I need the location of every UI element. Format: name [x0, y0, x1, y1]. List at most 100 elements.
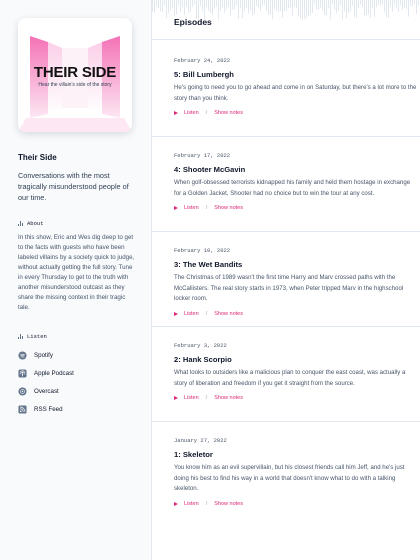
rss-icon [18, 404, 27, 414]
listen-link[interactable]: Listen [184, 311, 199, 317]
listen-link-label: Overcast [34, 387, 59, 395]
listen-heading: Listen [18, 333, 133, 340]
listen-link-spotify[interactable]: Spotify [18, 346, 133, 364]
waveform-bar [354, 0, 355, 17]
podcast-cover-art[interactable]: THEIR SIDE Hear the villain's side of th… [18, 18, 132, 132]
waveform-bar [400, 0, 401, 6]
waveform-bar [284, 0, 285, 12]
episode-title[interactable]: 4: Shooter McGavin [174, 165, 418, 174]
listen-link-rss[interactable]: RSS Feed [18, 400, 133, 418]
waveform-bar [274, 0, 275, 10]
waveform-bar [162, 0, 163, 13]
waveform-bar [166, 0, 167, 19]
waveform-bar [250, 0, 251, 11]
play-icon[interactable] [174, 501, 178, 506]
apple-podcast-icon [18, 368, 27, 378]
show-notes-link[interactable]: Show notes [214, 205, 243, 211]
waveform-bar [240, 0, 241, 8]
play-icon[interactable] [174, 311, 178, 316]
about-text: In this show, Eric and Wes dig deep to g… [18, 234, 135, 311]
episodes-panel: Episodes February 24, 2022 5: Bill Lumbe… [152, 0, 420, 560]
waveform-bar [414, 0, 415, 5]
waveform-bar [298, 0, 299, 17]
listen-link-apple-podcast[interactable]: Apple Podcast [18, 364, 133, 382]
waveform-bar [406, 0, 407, 9]
show-notes-link[interactable]: Show notes [214, 110, 243, 116]
waveform-bar [176, 0, 177, 15]
play-icon[interactable] [174, 206, 178, 210]
divider [152, 136, 420, 137]
waveform-bar [228, 0, 229, 7]
waveform-bar [304, 0, 305, 19]
waveform-bar [230, 0, 231, 17]
waveform-bar [380, 0, 381, 6]
episode-actions: Listen / Show notes [174, 110, 418, 116]
listen-link[interactable]: Listen [184, 501, 199, 507]
waveform-bar [402, 0, 403, 10]
waveform-bar [394, 0, 395, 5]
waveform-bar [396, 0, 397, 9]
waveform-bar [364, 0, 365, 16]
waveform-bar [244, 0, 245, 12]
show-notes-link[interactable]: Show notes [214, 395, 243, 401]
podcast-title[interactable]: Their Side [18, 153, 133, 162]
listen-link-label: Apple Podcast [34, 369, 74, 377]
waveform-bar [408, 0, 409, 17]
listen-link[interactable]: Listen [184, 395, 199, 401]
show-notes-link[interactable]: Show notes [214, 501, 243, 507]
episode-title[interactable]: 3: The Wet Bandits [174, 260, 418, 269]
episode-date: February 17, 2022 [174, 152, 231, 159]
waveform-bar [346, 0, 347, 18]
waveform-bar [200, 0, 201, 6]
waveform-bar [252, 0, 253, 17]
waveform-bar [280, 0, 281, 12]
waveform-bar [314, 0, 315, 5]
waveform-bar [372, 0, 373, 8]
waveform-bar [350, 0, 351, 12]
waveform-bar [234, 0, 235, 10]
waveform-bar [264, 0, 265, 5]
waveform-bar [184, 0, 185, 15]
episodes-heading: Episodes [174, 17, 212, 27]
waveform-bar [326, 0, 327, 16]
listen-links: Spotify Apple Podcast Overcast RSS Feed [18, 346, 133, 418]
cover-subtitle: Hear the villain's side of the story [38, 82, 112, 88]
play-icon[interactable] [174, 396, 178, 400]
waveform-bar [258, 0, 259, 8]
separator: / [205, 395, 208, 401]
waveform-bar [182, 0, 183, 8]
waveform-bar [404, 0, 405, 8]
waveform-bar [158, 0, 159, 8]
waveform-bar [308, 0, 309, 16]
episode-date: February 10, 2022 [174, 247, 231, 254]
waveform-bar [232, 0, 233, 10]
waveform-bar [248, 0, 249, 14]
waveform-bar [336, 0, 337, 14]
listen-link[interactable]: Listen [184, 205, 199, 211]
waveform-bar [268, 0, 269, 15]
listen-link[interactable]: Listen [184, 110, 199, 116]
waveform-bar [262, 0, 263, 6]
waveform-bar [282, 0, 283, 18]
episode-title[interactable]: 1: Skeletor [174, 450, 418, 459]
waveform-bar [260, 0, 261, 12]
play-icon[interactable] [174, 111, 178, 115]
waveform-bar [332, 0, 333, 5]
episode-title[interactable]: 2: Hank Scorpio [174, 355, 418, 364]
waveform-bar [276, 0, 277, 12]
listen-link-overcast[interactable]: Overcast [18, 382, 133, 400]
waveform-bar [178, 0, 179, 6]
waveform-bar [324, 0, 325, 15]
waveform-bar [270, 0, 271, 15]
waveform-bar [292, 0, 293, 16]
waveform-bar [342, 0, 343, 20]
waveform-bar [312, 0, 313, 13]
waveform-bar [254, 0, 255, 15]
waveform-bar [212, 0, 213, 15]
episode-date: February 24, 2022 [174, 57, 231, 64]
waveform-bar [338, 0, 339, 12]
waveform-bar [256, 0, 257, 7]
listen-link-label: RSS Feed [34, 405, 63, 413]
show-notes-link[interactable]: Show notes [214, 311, 243, 317]
episode-title[interactable]: 5: Bill Lumbergh [174, 70, 418, 79]
